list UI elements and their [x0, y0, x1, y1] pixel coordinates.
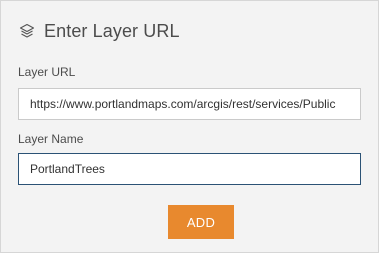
add-button[interactable]: ADD [168, 205, 234, 239]
page-title: Enter Layer URL [44, 20, 180, 41]
add-layer-panel: Enter Layer URL Layer URL Layer Name ADD [0, 0, 379, 253]
layer-name-label: Layer Name [18, 132, 84, 146]
panel-header: Enter Layer URL [18, 18, 180, 44]
layers-icon [18, 22, 36, 40]
layer-name-input[interactable] [18, 153, 361, 185]
layer-url-label: Layer URL [18, 65, 76, 79]
layer-url-input[interactable] [18, 88, 361, 120]
